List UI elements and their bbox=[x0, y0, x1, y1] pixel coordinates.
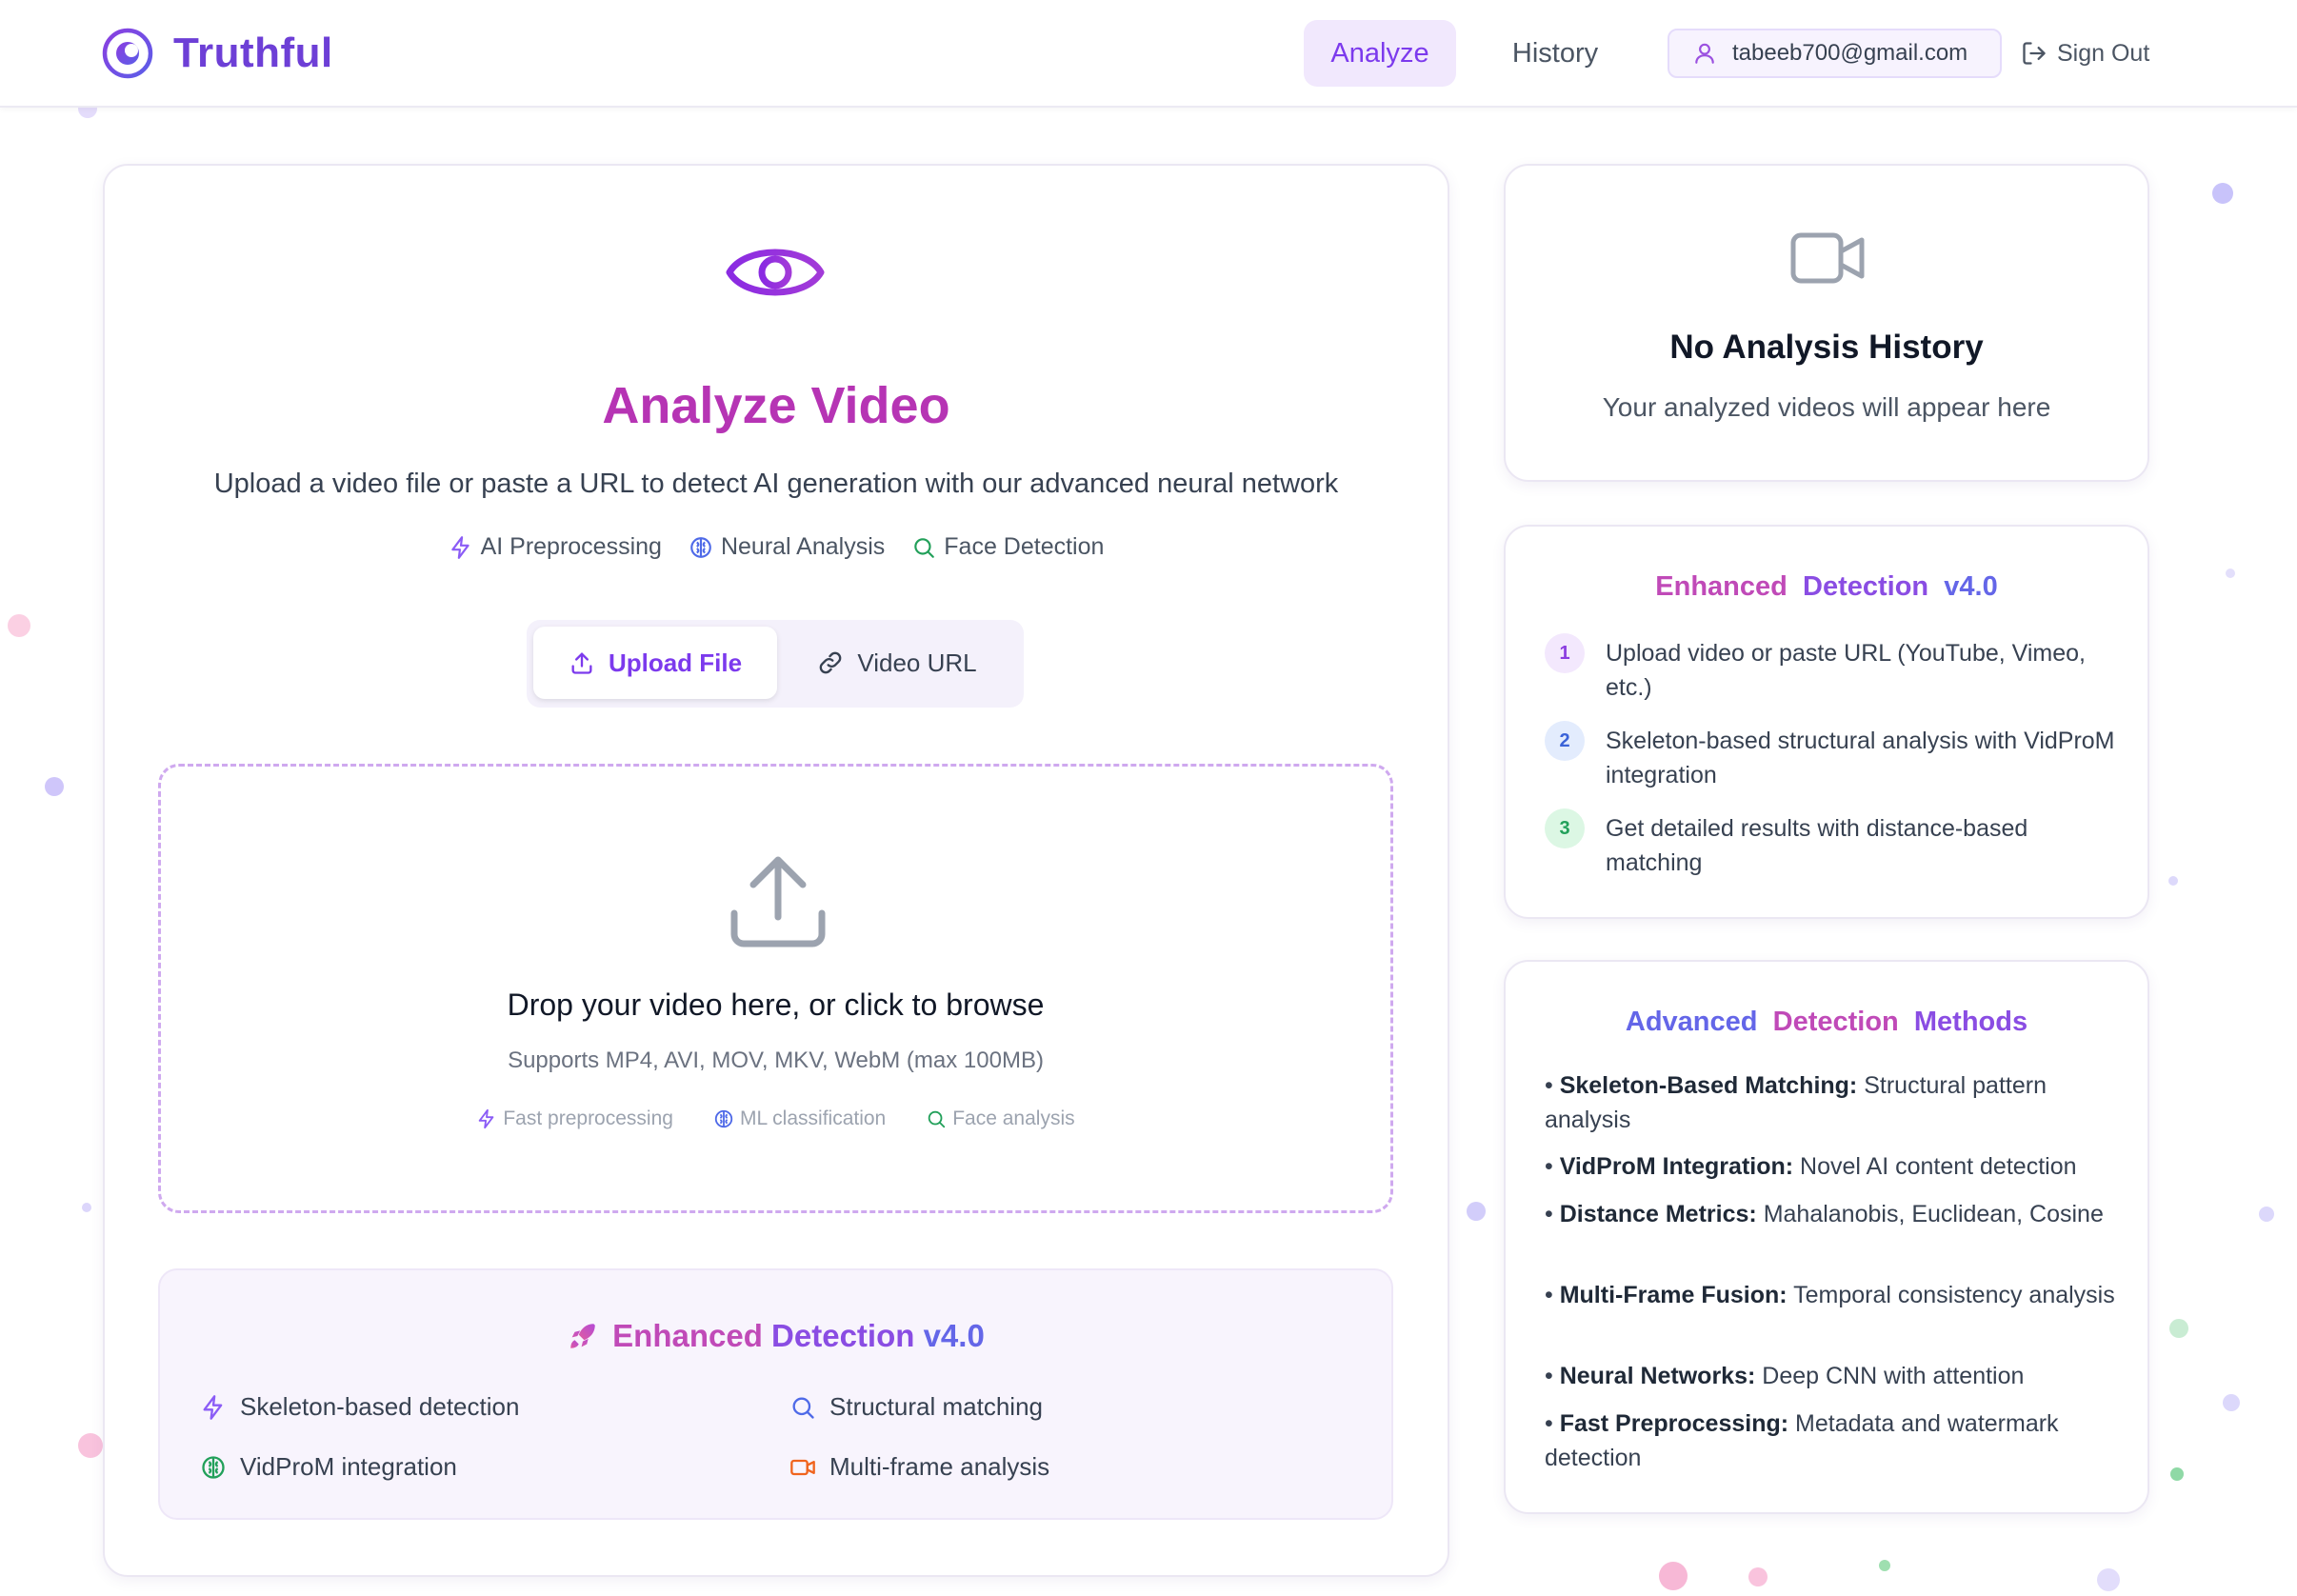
top-navbar: Truthful Analyze History tabeeb700@gmail… bbox=[0, 0, 2297, 108]
video-camera-icon bbox=[1790, 232, 1865, 284]
lightning-icon bbox=[479, 1108, 494, 1129]
step-number: 3 bbox=[1545, 808, 1585, 848]
video-dropzone[interactable]: Drop your video here, or click to browse… bbox=[158, 764, 1393, 1213]
tab-video-url[interactable]: Video URL bbox=[777, 627, 1017, 699]
step-number: 2 bbox=[1545, 721, 1585, 761]
tab-upload-file[interactable]: Upload File bbox=[533, 627, 777, 699]
logo-icon bbox=[102, 28, 153, 79]
decor-dot bbox=[1467, 1202, 1486, 1221]
decor-dot bbox=[45, 777, 64, 796]
brain-icon bbox=[202, 1455, 225, 1479]
method-item: • Skeleton-Based Matching: Structural pa… bbox=[1545, 1072, 2047, 1133]
link-icon bbox=[820, 651, 842, 674]
feature-tags: AI Preprocessing Neural Analysis Face De… bbox=[103, 533, 1449, 561]
sign-out-label: Sign Out bbox=[2057, 39, 2150, 67]
dropzone-features: Fast preprocessing ML classification Fac… bbox=[161, 1107, 1390, 1130]
history-card bbox=[1504, 164, 2149, 482]
input-mode-toggle: Upload File Video URL bbox=[527, 620, 1024, 708]
enhanced-feature-item: Multi-frame analysis bbox=[789, 1452, 1049, 1482]
search-icon bbox=[792, 1397, 814, 1419]
feature-tag: Neural Analysis bbox=[689, 533, 885, 561]
lightning-icon bbox=[203, 1394, 223, 1420]
step-number: 1 bbox=[1545, 633, 1585, 673]
decor-dot bbox=[2170, 1467, 2184, 1481]
decor-dot bbox=[8, 614, 30, 637]
video-icon bbox=[790, 1459, 815, 1475]
decor-dot bbox=[82, 1203, 91, 1212]
decor-dot bbox=[78, 1433, 103, 1458]
decor-dot bbox=[1879, 1560, 1890, 1571]
dropzone-title: Drop your video here, or click to browse bbox=[507, 988, 1045, 1022]
dropzone-feature: ML classification bbox=[713, 1107, 886, 1130]
dropzone-formats: Supports MP4, AVI, MOV, MKV, WebM (max 1… bbox=[508, 1047, 1044, 1073]
dropzone-feature: Fast preprocessing bbox=[476, 1107, 673, 1130]
eye-icon bbox=[726, 249, 825, 296]
brand-name: Truthful bbox=[173, 30, 333, 76]
search-icon bbox=[928, 1110, 946, 1128]
feature-tag: Face Detection bbox=[911, 533, 1104, 561]
decor-dot bbox=[2168, 876, 2178, 886]
step-item: 3 Get detailed results with distance-bas… bbox=[1545, 808, 2116, 880]
decor-dot bbox=[2097, 1568, 2120, 1591]
enhanced-features-grid: Skeleton-based detection Structural matc… bbox=[200, 1392, 1381, 1497]
dropzone-feature: Face analysis bbox=[926, 1107, 1075, 1130]
feature-tag: AI Preprocessing bbox=[449, 533, 662, 561]
step-text: Skeleton-based structural analysis with … bbox=[1606, 728, 2115, 788]
page-title: Analyze Video bbox=[602, 377, 950, 434]
method-item: • Fast Preprocessing: Metadata and water… bbox=[1545, 1410, 2059, 1471]
page-subtitle: Upload a video file or paste a URL to de… bbox=[213, 469, 1339, 499]
method-item: • VidProM Integration: Novel AI content … bbox=[1545, 1153, 2077, 1180]
nav-tab-analyze[interactable]: Analyze bbox=[1304, 20, 1456, 87]
lightning-icon bbox=[450, 535, 469, 559]
enhanced-feature-item: Skeleton-based detection bbox=[200, 1392, 519, 1422]
step-text: Upload video or paste URL (YouTube, Vime… bbox=[1606, 640, 2087, 701]
decor-dot bbox=[2169, 1319, 2188, 1338]
upload-icon bbox=[730, 856, 826, 948]
logout-icon bbox=[2023, 42, 2046, 65]
decor-dot bbox=[2223, 1394, 2240, 1411]
sign-out-button[interactable]: Sign Out bbox=[2021, 34, 2149, 72]
rocket-icon bbox=[570, 1324, 595, 1348]
enhanced-feature-item: Structural matching bbox=[789, 1392, 1043, 1422]
enhanced-feature-item: VidProM integration bbox=[200, 1452, 457, 1482]
steps-card-title: Enhanced Detection v4.0 bbox=[1655, 571, 1998, 602]
brand-logo[interactable]: Truthful bbox=[101, 27, 333, 80]
step-item: 1 Upload video or paste URL (YouTube, Vi… bbox=[1545, 633, 2116, 705]
enhanced-detection-panel: Enhanced Detection v4.0 Skeleton-based d… bbox=[158, 1268, 1393, 1520]
nav-tab-history[interactable]: History bbox=[1495, 20, 1615, 87]
method-item: • Neural Networks: Deep CNN with attenti… bbox=[1545, 1363, 2025, 1389]
step-text: Get detailed results with distance-based… bbox=[1606, 815, 2028, 876]
decor-dot bbox=[1659, 1562, 1688, 1590]
user-email: tabeeb700@gmail.com bbox=[1732, 40, 1968, 66]
decor-dot bbox=[2226, 569, 2235, 578]
brain-icon bbox=[690, 536, 711, 558]
method-item: • Multi-Frame Fusion: Temporal consisten… bbox=[1545, 1282, 2115, 1308]
enhanced-detection-title: Enhanced Detection v4.0 bbox=[160, 1318, 1391, 1354]
history-empty-title: No Analysis History bbox=[1669, 329, 1984, 366]
decor-dot bbox=[1748, 1567, 1768, 1586]
decor-dot bbox=[2259, 1207, 2274, 1222]
user-account-chip[interactable]: tabeeb700@gmail.com bbox=[1668, 29, 2002, 78]
method-item: • Distance Metrics: Mahalanobis, Euclide… bbox=[1545, 1201, 2104, 1227]
decor-dot bbox=[2212, 183, 2233, 204]
history-empty-subtitle: Your analyzed videos will appear here bbox=[1602, 392, 2051, 422]
search-icon bbox=[914, 537, 935, 558]
user-icon bbox=[1695, 43, 1714, 64]
brain-icon bbox=[714, 1109, 733, 1128]
upload-icon bbox=[571, 652, 592, 674]
step-item: 2 Skeleton-based structural analysis wit… bbox=[1545, 721, 2116, 792]
methods-card-title: Advanced Detection Methods bbox=[1625, 1007, 2028, 1037]
